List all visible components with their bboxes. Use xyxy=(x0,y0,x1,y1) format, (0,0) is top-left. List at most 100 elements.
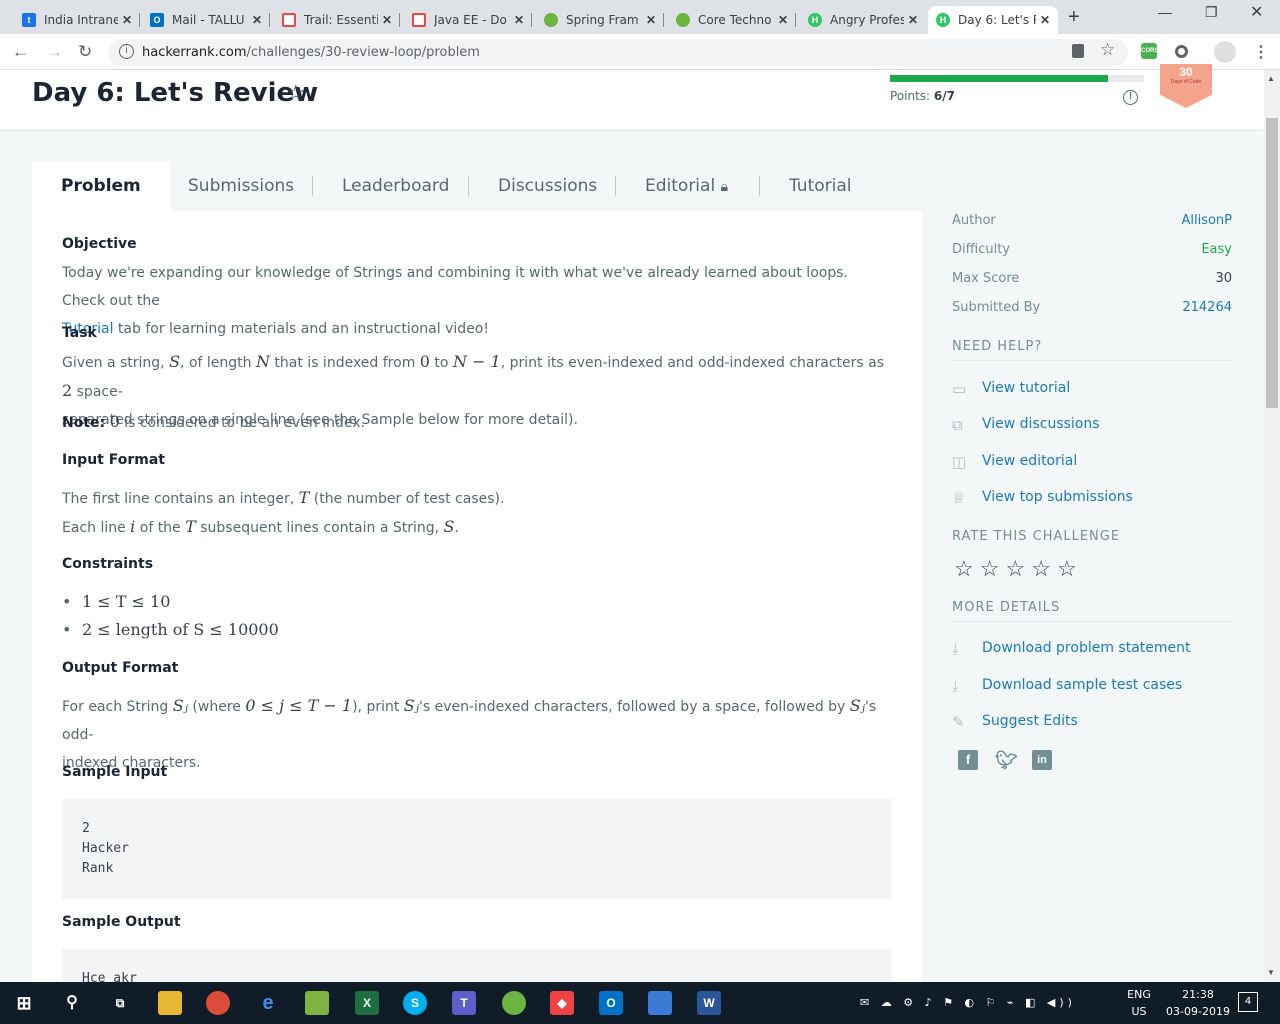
tab-editorial[interactable]: Editorial 🔒︎ xyxy=(614,161,728,211)
download-statement-link[interactable]: ⤓ Download problem statement xyxy=(952,640,1191,658)
linkedin-icon[interactable]: in xyxy=(1032,750,1052,770)
url-text: hackerrank.com/challenges/30-review-loop… xyxy=(142,45,480,60)
shield-icon[interactable] xyxy=(1072,44,1084,58)
download-icon: ⤓ xyxy=(952,640,959,658)
page-scrollbar[interactable]: ▲ ▼ xyxy=(1264,70,1280,982)
page-title: Day 6: Let's Review xyxy=(32,78,319,108)
cors-extension-icon[interactable]: CORS xyxy=(1141,43,1158,59)
rating-stars[interactable]: ☆☆☆☆☆ xyxy=(954,556,1083,582)
info-icon[interactable]: i xyxy=(119,44,134,59)
star-icon[interactable]: ☆ xyxy=(1031,556,1057,581)
close-icon[interactable]: ✕ xyxy=(908,13,918,27)
tab-title: Core Techno xyxy=(698,13,772,27)
tab-tutorial[interactable]: Tutorial xyxy=(759,161,852,211)
close-icon[interactable]: ✕ xyxy=(646,13,656,27)
star-icon[interactable]: ☆ xyxy=(1057,556,1083,581)
submitted-count-link[interactable]: 214264 xyxy=(1182,300,1232,315)
browser-tab[interactable]: Spring Fram ✕ xyxy=(536,6,664,34)
facebook-icon[interactable]: f xyxy=(958,750,978,770)
excel-icon[interactable]: X xyxy=(355,991,379,1015)
spring-icon xyxy=(676,13,690,27)
star-icon[interactable]: ☆ xyxy=(1005,556,1031,581)
star-icon[interactable]: ☆ xyxy=(954,556,980,581)
bookmark-star-icon[interactable]: ☆ xyxy=(286,80,306,106)
close-icon[interactable]: ✕ xyxy=(514,13,524,27)
view-discussions-link[interactable]: ⧉ View discussions xyxy=(952,416,1100,434)
badge-number: 30 xyxy=(1179,65,1193,79)
teams-icon[interactable]: T xyxy=(452,991,476,1015)
twitter-icon[interactable]: 🐦︎ xyxy=(995,750,1018,770)
clock[interactable]: 21:38 03-09-2019 xyxy=(1160,986,1236,1020)
app-icon[interactable] xyxy=(305,991,329,1015)
tab-title: Spring Fram xyxy=(566,13,639,27)
tab-problem[interactable]: Problem xyxy=(32,161,170,211)
forward-icon[interactable]: → xyxy=(46,42,63,62)
oracle-icon xyxy=(412,13,426,27)
close-icon[interactable]: ✕ xyxy=(122,13,132,27)
git-icon[interactable]: ◆ xyxy=(550,991,574,1015)
close-icon[interactable]: ✕ xyxy=(252,13,262,27)
windows-start-icon[interactable]: ⊞ xyxy=(12,991,36,1015)
bookmark-star-icon[interactable]: ☆ xyxy=(1100,40,1115,60)
pencil-icon: ✎ xyxy=(952,713,965,731)
file-explorer-icon[interactable] xyxy=(158,991,182,1015)
outlook-icon[interactable]: O xyxy=(599,991,623,1015)
edge-icon[interactable]: e xyxy=(256,991,280,1015)
close-icon[interactable]: ✕ xyxy=(1040,13,1050,27)
back-icon[interactable]: ← xyxy=(12,42,29,62)
scrollbar-thumb[interactable] xyxy=(1266,118,1278,408)
browser-tab[interactable]: O Mail - TALLU ✕ xyxy=(142,6,270,34)
submitted-by-row: Submitted By 214264 xyxy=(952,300,1232,315)
browser-tab[interactable]: H Angry Profes ✕ xyxy=(800,6,926,34)
new-tab-button[interactable]: + xyxy=(1068,6,1080,29)
reload-icon[interactable]: ↻ xyxy=(78,42,92,62)
progress-fill xyxy=(890,75,1108,82)
more-details-heading: MORE DETAILS xyxy=(952,600,1232,622)
menu-kebab-icon[interactable]: ⋮ xyxy=(1253,42,1269,62)
window-close-icon[interactable]: ✕ xyxy=(1250,2,1263,22)
alert-icon[interactable]: ! xyxy=(1123,90,1138,105)
spring-tool-icon[interactable] xyxy=(502,991,526,1015)
author-link[interactable]: AllisonP xyxy=(1181,213,1232,228)
scroll-down-icon[interactable]: ▼ xyxy=(1267,968,1275,977)
scroll-up-icon[interactable]: ▲ xyxy=(1267,74,1275,83)
profile-avatar[interactable] xyxy=(1214,41,1236,63)
skype-icon[interactable]: S xyxy=(403,991,427,1015)
view-editorial-link[interactable]: ◫ View editorial xyxy=(952,453,1077,471)
browser-tab[interactable]: Core Techno ✕ xyxy=(668,6,796,34)
close-icon[interactable]: ✕ xyxy=(382,13,392,27)
view-tutorial-link[interactable]: ▭ View tutorial xyxy=(952,380,1070,398)
task-view-icon[interactable]: ⧉ xyxy=(108,991,132,1015)
problem-tabs: Problem Submissions Leaderboard Discussi… xyxy=(32,161,922,211)
difficulty-row: Difficulty Easy xyxy=(952,242,1232,257)
chrome-icon[interactable] xyxy=(206,991,230,1015)
browser-tab[interactable]: t India Intrane ✕ xyxy=(14,6,140,34)
minimize-icon[interactable]: — xyxy=(1158,4,1172,20)
notification-icon[interactable]: 4 xyxy=(1238,992,1258,1012)
star-icon[interactable]: ☆ xyxy=(980,556,1006,581)
address-bar-row: ← → ↻ i hackerrank.com/challenges/30-rev… xyxy=(0,34,1280,70)
view-top-submissions-link[interactable]: ♕ View top submissions xyxy=(952,489,1133,507)
book-icon: ▭ xyxy=(952,380,967,398)
constraints-heading: Constraints xyxy=(62,556,154,572)
close-icon[interactable]: ✕ xyxy=(778,13,788,27)
tab-discussions[interactable]: Discussions xyxy=(467,161,597,211)
language-indicator[interactable]: ENG US xyxy=(1122,986,1156,1020)
word-icon[interactable]: W xyxy=(697,991,721,1015)
desktop-icon[interactable] xyxy=(648,991,672,1015)
download-testcases-link[interactable]: ⤓ Download sample test cases xyxy=(952,677,1182,695)
restore-icon[interactable]: ❐ xyxy=(1205,4,1218,21)
constraint-item: 2 ≤ length of S ≤ 10000 xyxy=(62,620,279,639)
hackerrank-icon: H xyxy=(808,13,822,27)
tab-submissions[interactable]: Submissions xyxy=(188,161,294,211)
url-input[interactable]: i hackerrank.com/challenges/30-review-lo… xyxy=(108,39,1128,66)
browser-tab[interactable]: Java EE - Do ✕ xyxy=(404,6,532,34)
extension-icon[interactable] xyxy=(1175,45,1188,58)
thirty-days-badge[interactable]: 30 Days of Code xyxy=(1160,64,1212,108)
search-icon[interactable]: ⚲ xyxy=(60,991,84,1015)
tab-leaderboard[interactable]: Leaderboard xyxy=(311,161,449,211)
suggest-edits-link[interactable]: ✎ Suggest Edits xyxy=(952,713,1078,731)
browser-tab[interactable]: Trail: Essentia ✕ xyxy=(274,6,400,34)
browser-tab-active[interactable]: H Day 6: Let's R ✕ xyxy=(928,6,1058,34)
system-tray-icons[interactable]: ✉ ☁ ⚙ ♪ ⚑ ◐ ⚐ ⌁ ◧ ◀)) xyxy=(860,994,1076,1011)
